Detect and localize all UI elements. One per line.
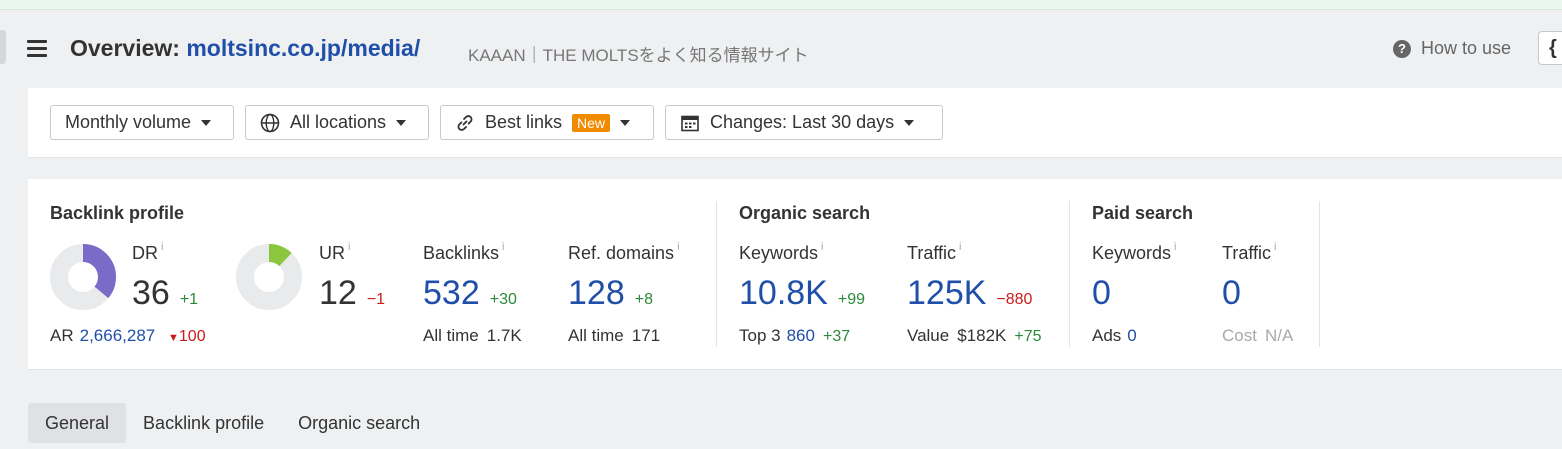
organic-traffic-label: Traffic i bbox=[907, 241, 962, 263]
how-to-use-link[interactable]: ? How to use bbox=[1393, 38, 1511, 59]
info-icon[interactable]: i bbox=[677, 241, 679, 253]
ref-domains-value[interactable]: 128 +8 bbox=[568, 274, 653, 313]
volume-label: Monthly volume bbox=[65, 112, 192, 132]
dr-delta: +1 bbox=[179, 291, 199, 308]
ar-delta: ▼100 bbox=[168, 328, 206, 345]
ads-value[interactable]: 0 bbox=[1127, 326, 1136, 345]
api-button[interactable]: { bbox=[1538, 31, 1562, 65]
paid-traffic-label: Traffic i bbox=[1222, 241, 1277, 263]
menu-icon[interactable] bbox=[27, 40, 47, 57]
page-title: Overview: moltsinc.co.jp/media/ bbox=[70, 35, 420, 62]
best-links-label: Best links bbox=[485, 112, 563, 132]
changes-dropdown[interactable]: Changes: Last 30 days bbox=[665, 105, 943, 140]
info-icon[interactable]: i bbox=[821, 241, 823, 253]
info-icon[interactable]: i bbox=[1174, 241, 1176, 253]
ur-value: 12 −1 bbox=[319, 274, 386, 312]
tab-organic-search[interactable]: Organic search bbox=[281, 403, 437, 443]
backlinks-all-time: All time 1.7K bbox=[423, 326, 522, 345]
info-icon[interactable]: i bbox=[348, 241, 350, 253]
title-prefix: Overview: bbox=[70, 35, 180, 61]
organic-keywords-value[interactable]: 10.8K +99 bbox=[739, 274, 865, 313]
backlinks-value[interactable]: 532 +30 bbox=[423, 274, 517, 313]
target-url-link[interactable]: moltsinc.co.jp/media/ bbox=[186, 35, 420, 61]
info-icon[interactable]: i bbox=[1274, 241, 1276, 253]
filter-toolbar: Monthly volume All locations Best links … bbox=[28, 88, 1562, 158]
info-icon[interactable]: i bbox=[959, 241, 961, 253]
triangle-down-icon: ▼ bbox=[168, 332, 179, 344]
ur-delta: −1 bbox=[366, 291, 386, 308]
top3-row: Top 3 860 +37 bbox=[739, 326, 851, 345]
new-badge: New bbox=[572, 113, 611, 132]
tab-backlink-profile[interactable]: Backlink profile bbox=[126, 403, 281, 443]
divider bbox=[1069, 201, 1070, 347]
backlinks-label: Backlinks i bbox=[423, 241, 505, 263]
divider bbox=[716, 201, 717, 347]
cost-row: Cost N/A bbox=[1222, 326, 1294, 345]
page-header: Overview: moltsinc.co.jp/media/ KAAAN｜TH… bbox=[0, 9, 1562, 87]
paid-search-title: Paid search bbox=[1092, 203, 1194, 223]
backlink-profile-title: Backlink profile bbox=[50, 203, 185, 223]
organic-search-title: Organic search bbox=[739, 203, 871, 223]
dr-donut-chart bbox=[50, 244, 116, 310]
paid-keywords-label: Keywords i bbox=[1092, 241, 1177, 263]
ur-label: UR i bbox=[319, 241, 351, 263]
changes-label: Changes: Last 30 days bbox=[710, 112, 895, 132]
ar-row: AR 2,666,287 ▼100 bbox=[50, 326, 206, 345]
chevron-down-icon bbox=[396, 119, 407, 126]
link-icon bbox=[457, 114, 473, 131]
best-links-dropdown[interactable]: Best links New bbox=[440, 105, 654, 140]
organic-traffic-value[interactable]: 125K −880 bbox=[907, 274, 1032, 313]
info-icon[interactable]: i bbox=[502, 241, 504, 253]
paid-keywords-value[interactable]: 0 bbox=[1092, 274, 1111, 313]
ref-domains-label: Ref. domains i bbox=[568, 241, 680, 263]
organic-keywords-label: Keywords i bbox=[739, 241, 824, 263]
divider bbox=[1319, 201, 1320, 347]
chevron-down-icon bbox=[201, 119, 212, 126]
ur-donut-chart bbox=[236, 244, 302, 310]
ref-domains-delta: +8 bbox=[634, 291, 653, 308]
locations-dropdown[interactable]: All locations bbox=[245, 105, 429, 140]
page-subtitle: KAAAN｜THE MOLTSをよく知る情報サイト bbox=[468, 46, 809, 65]
dr-label: DR i bbox=[132, 241, 164, 263]
ar-value[interactable]: 2,666,287 bbox=[80, 326, 156, 345]
report-tabs: General Backlink profile Organic search bbox=[28, 403, 437, 443]
help-icon: ? bbox=[1393, 39, 1411, 58]
dr-value: 36 +1 bbox=[132, 274, 199, 312]
organic-traffic-delta: −880 bbox=[996, 291, 1033, 308]
ads-row: Ads 0 bbox=[1092, 326, 1137, 345]
paid-traffic-value[interactable]: 0 bbox=[1222, 274, 1241, 313]
backlinks-delta: +30 bbox=[489, 291, 517, 308]
volume-dropdown[interactable]: Monthly volume bbox=[50, 105, 234, 140]
ref-domains-all-time: All time 171 bbox=[568, 326, 661, 345]
chevron-down-icon bbox=[904, 119, 915, 126]
globe-icon bbox=[260, 113, 280, 132]
locations-label: All locations bbox=[290, 112, 387, 132]
metrics-panel: Backlink profile DR i 36 +1 AR 2,666,287 ▼1… bbox=[28, 179, 1562, 370]
how-to-use-label: How to use bbox=[1421, 38, 1512, 58]
top3-value[interactable]: 860 bbox=[787, 326, 815, 345]
traffic-value-row: Value $182K +75 bbox=[907, 326, 1042, 345]
chevron-down-icon bbox=[620, 119, 631, 126]
info-icon[interactable]: i bbox=[161, 241, 163, 253]
calendar-icon bbox=[681, 115, 699, 131]
tab-general[interactable]: General bbox=[28, 403, 127, 443]
organic-keywords-delta: +99 bbox=[837, 291, 865, 308]
